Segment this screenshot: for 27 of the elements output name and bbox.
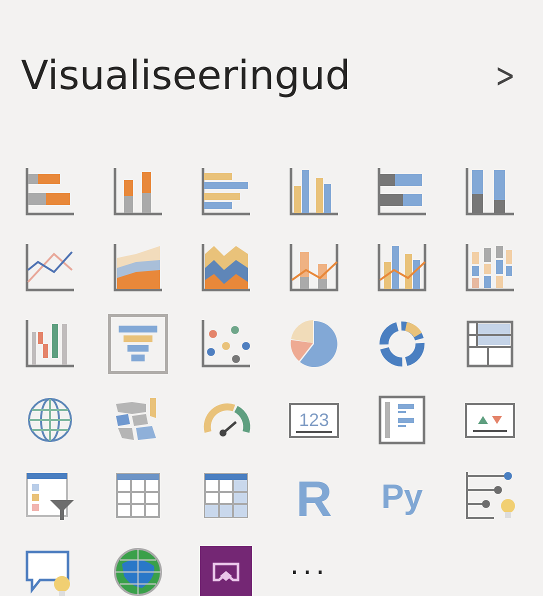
power-apps-icon[interactable] (200, 546, 252, 596)
r-script-visual[interactable]: R (288, 470, 340, 522)
stacked-bar-chart-icon[interactable] (376, 166, 428, 218)
pie-chart-icon[interactable] (288, 318, 340, 370)
collapse-chevron[interactable]: > (492, 56, 518, 96)
funnel-chart-icon[interactable] (108, 314, 168, 374)
scatter-chart-icon[interactable] (200, 318, 252, 370)
pane-title: Visualiseeringud (21, 56, 351, 96)
waterfall-chart-icon[interactable] (24, 318, 76, 370)
python-visual[interactable]: Py (376, 470, 428, 522)
slicer-icon[interactable] (24, 470, 76, 522)
more-visuals-button[interactable]: ··· (288, 556, 331, 588)
stacked-column-chart-icon[interactable] (112, 166, 164, 218)
area-chart-icon[interactable] (200, 242, 252, 294)
key-influencers-icon[interactable] (464, 470, 516, 522)
area-chart-icon[interactable] (112, 242, 164, 294)
treemap-icon[interactable] (464, 318, 516, 370)
stacked-column-chart-icon[interactable] (464, 166, 516, 218)
line-chart-icon[interactable] (24, 242, 76, 294)
clustered-column-chart-icon[interactable] (288, 166, 340, 218)
globe-map-icon[interactable] (112, 546, 164, 596)
line-and-column-chart-icon[interactable] (376, 242, 428, 294)
clustered-bar-chart-icon[interactable] (200, 166, 252, 218)
line-and-column-chart-icon[interactable] (288, 242, 340, 294)
multi-row-card-icon[interactable] (376, 394, 428, 446)
ribbon-chart-icon[interactable] (464, 242, 516, 294)
stacked-bar-chart-icon[interactable] (24, 166, 76, 218)
